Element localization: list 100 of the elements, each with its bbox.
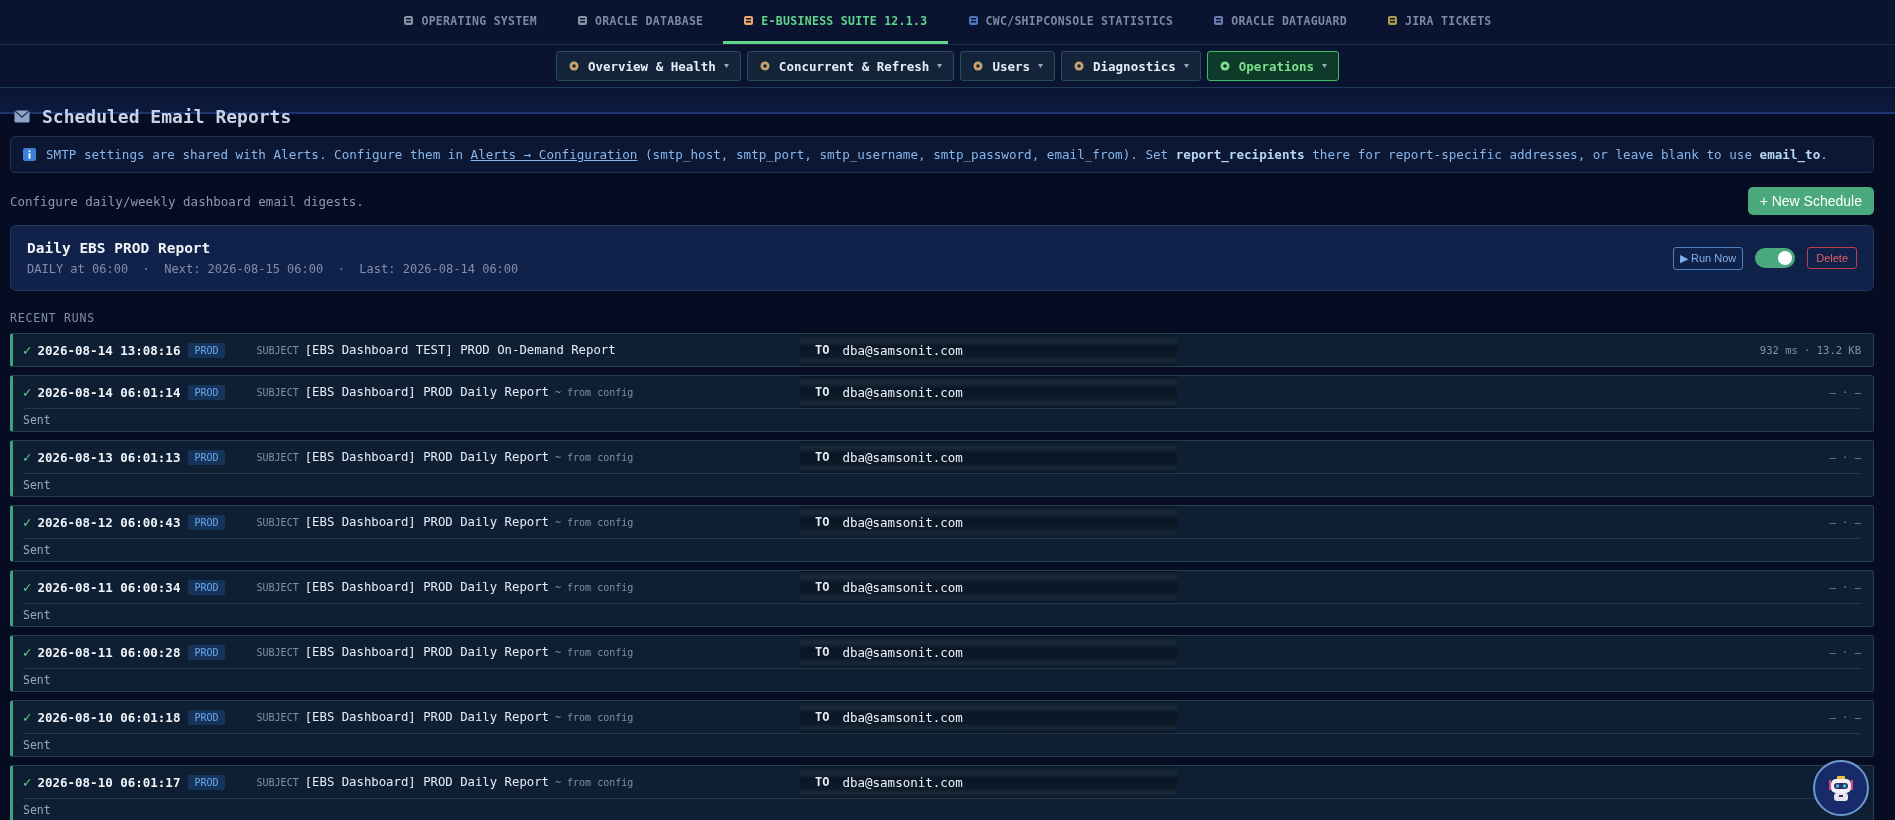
page-title: Scheduled Email Reports	[42, 105, 292, 127]
status-text: Sent	[23, 413, 51, 427]
section-tab[interactable]: Concurrent & Refresh	[746, 51, 955, 81]
server-icon	[1213, 15, 1225, 26]
field-label: TO	[815, 775, 830, 789]
subject-text: [EBS Dashboard] PROD Daily Report	[304, 385, 549, 399]
field-label: SUBJECT	[256, 451, 299, 463]
run-stats: — · —	[1829, 581, 1862, 593]
check-mark: ✓	[23, 342, 32, 358]
run-stats: — · —	[1829, 646, 1862, 658]
subject-text: [EBS Dashboard] PROD Daily Report	[304, 515, 549, 529]
run-stats: 932 ms · 13.2 KB	[1759, 344, 1862, 356]
info-text: SMTP settings are shared with Alerts. Configure them in Alerts → Configuration (smtp_host, smtp_port, smtp_username, smtp_password, email_from). Set report_recipients there for report-specific addresses, or leave blank to use email_to.	[46, 147, 1828, 162]
run-time: 2026-08-13 06:01:13	[37, 449, 181, 465]
source-note: ~ from config	[555, 516, 634, 528]
delete-button[interactable]: Delete	[1807, 247, 1857, 269]
run-stats: — · —	[1829, 711, 1862, 723]
check-mark: ✓	[23, 579, 32, 595]
run-stats: — · —	[1829, 516, 1862, 528]
field-label: TO	[815, 580, 830, 594]
field-label: SUBJECT	[256, 776, 299, 788]
caret-icon	[1183, 64, 1189, 68]
section-tab[interactable]: Users	[960, 51, 1055, 81]
field-label: TO	[815, 343, 830, 357]
status-text: Sent	[23, 478, 51, 492]
status-text: Sent	[23, 543, 51, 557]
configuration-link[interactable]: Alerts → Configuration	[470, 147, 638, 162]
section-tab[interactable]: Diagnostics	[1061, 51, 1201, 81]
source-note: ~ from config	[555, 776, 634, 788]
run-time: 2026-08-14 13:08:16	[37, 342, 181, 358]
recipient-text: dba@samsonit.com	[842, 514, 963, 530]
subject-text: [EBS Dashboard TEST] PROD On-Demand Report	[304, 343, 616, 357]
check-mark: ✓	[23, 449, 32, 465]
check-mark: ✓	[23, 709, 32, 725]
subject-text: [EBS Dashboard] PROD Daily Report	[304, 645, 549, 659]
robot-icon	[1828, 774, 1854, 802]
check-mark: ✓	[23, 774, 32, 790]
source-note: ~ from config	[555, 711, 634, 723]
run-now-button[interactable]: ▶ Run Now	[1672, 246, 1744, 270]
source-note: ~ from config	[555, 646, 634, 658]
run-time: 2026-08-11 06:00:28	[37, 644, 181, 660]
run-stats: — · —	[1829, 386, 1862, 398]
run-time: 2026-08-12 06:00:43	[37, 514, 181, 530]
field-label: TO	[815, 385, 830, 399]
caret-icon	[1322, 64, 1328, 68]
caret-icon	[1038, 64, 1043, 68]
source-note: ~ from config	[555, 386, 634, 398]
info-icon	[23, 148, 36, 161]
field-label: SUBJECT	[256, 516, 299, 528]
subject-text: [EBS Dashboard] PROD Daily Report	[304, 710, 549, 724]
field-label: SUBJECT	[256, 646, 299, 658]
nav-tab[interactable]: OPERATING SYSTEM	[383, 0, 557, 44]
environment-badge: PROD	[188, 514, 225, 530]
run-time: 2026-08-14 06:01:14	[37, 384, 181, 400]
environment-badge: PROD	[188, 644, 225, 660]
run-stats: — · —	[1829, 451, 1862, 463]
field-label: TO	[815, 645, 830, 659]
nav-tab[interactable]: CWC/SHIPCONSOLE STATISTICS	[947, 0, 1194, 44]
run-time: 2026-08-11 06:00:34	[37, 579, 181, 595]
recipient-text: dba@samsonit.com	[842, 644, 963, 660]
recipient-text: dba@samsonit.com	[842, 774, 963, 790]
recipient-text: dba@samsonit.com	[842, 384, 963, 400]
field-label: SUBJECT	[256, 386, 299, 398]
nav-tab[interactable]: ORACLE DATAGUARD	[1193, 0, 1367, 44]
environment-badge: PROD	[188, 579, 225, 595]
field-label: SUBJECT	[256, 711, 299, 723]
field-label: TO	[815, 710, 830, 724]
field-label: TO	[815, 450, 830, 464]
subject-text: [EBS Dashboard] PROD Daily Report	[304, 580, 549, 594]
environment-badge: PROD	[188, 342, 225, 358]
field-label: TO	[815, 515, 830, 529]
recipient-text: dba@samsonit.com	[842, 579, 963, 595]
run-time: 2026-08-10 06:01:17	[37, 774, 181, 790]
status-text: Sent	[23, 673, 51, 687]
run-time: 2026-08-10 06:01:18	[37, 709, 181, 725]
recipient-text: dba@samsonit.com	[842, 342, 963, 358]
check-mark: ✓	[23, 514, 32, 530]
check-mark: ✓	[23, 384, 32, 400]
recipient-text: dba@samsonit.com	[842, 709, 963, 725]
check-mark: ✓	[23, 644, 32, 660]
source-note: ~ from config	[555, 581, 634, 593]
description-text: Configure daily/weekly dashboard email digests.	[10, 193, 364, 209]
section-tab[interactable]: Operations	[1206, 51, 1340, 81]
nav-tab[interactable]: ORACLE DATABASE	[557, 0, 724, 44]
recipient-text: dba@samsonit.com	[842, 449, 963, 465]
environment-badge: PROD	[188, 449, 225, 465]
status-text: Sent	[23, 608, 51, 622]
schedule-details: DAILY at 06:00 · Next: 2026-08-15 06:00 · Last: 2026-08-14 06:00	[27, 262, 519, 276]
enable-toggle[interactable]	[1755, 248, 1796, 268]
status-text: Sent	[23, 738, 51, 752]
nav-tab[interactable]: E-BUSINESS SUITE 12.1.3	[723, 0, 948, 44]
section-heading: RECENT RUNS	[10, 311, 96, 325]
field-label: SUBJECT	[256, 344, 299, 356]
field-label: SUBJECT	[256, 581, 299, 593]
caret-icon	[937, 64, 943, 68]
section-tab[interactable]: Overview & Health	[555, 51, 741, 81]
subject-text: [EBS Dashboard] PROD Daily Report	[304, 450, 549, 464]
nav-tab[interactable]: JIRA TICKETS	[1366, 0, 1512, 44]
schedule-name: Daily EBS PROD Report	[27, 240, 212, 256]
subject-text: [EBS Dashboard] PROD Daily Report	[304, 775, 549, 789]
